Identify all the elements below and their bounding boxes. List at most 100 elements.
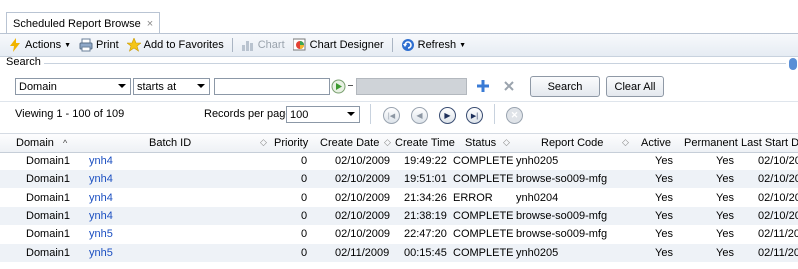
table-row[interactable]: Domain1 ynh5 0 02/11/2009 00:15:45 COMPL… [0, 243, 798, 262]
column-header-create-date[interactable]: Create Date [320, 137, 379, 149]
go-arrow-icon[interactable] [331, 79, 346, 94]
search-field-value: Domain [19, 80, 57, 93]
column-header-active[interactable]: Active [641, 137, 671, 149]
cell-create-date: 02/10/2009 [335, 155, 391, 167]
last-page-button[interactable]: ▶| [466, 107, 483, 124]
cell-permanent: Yes [716, 246, 734, 259]
close-icon: ✕ [510, 110, 519, 120]
cell-permanent: Yes [716, 173, 734, 186]
cell-status: COMPLETE [453, 155, 514, 167]
cell-create-time: 21:38:19 [404, 209, 447, 222]
search-operator-value: starts at [137, 80, 177, 93]
chart-designer-icon [292, 38, 307, 52]
records-per-page-select[interactable]: 100 [286, 106, 360, 123]
last-page-icon: ▶| [470, 112, 479, 120]
cell-last-start-date: 02/10/200 [758, 209, 798, 222]
column-header-create-time[interactable]: Create Time [395, 137, 455, 149]
chevron-down-icon [347, 112, 355, 116]
plus-icon[interactable] [476, 79, 490, 93]
sort-icon[interactable]: ◇ [622, 137, 629, 148]
cell-priority: 0 [301, 209, 308, 222]
bar-chart-icon [241, 38, 255, 52]
search-section-label: Search [6, 56, 41, 68]
first-page-button[interactable]: |◀ [383, 107, 400, 124]
cell-domain: Domain1 [26, 246, 71, 259]
cell-report-code: browse-so009-mfg [516, 173, 608, 186]
cell-domain: Domain1 [26, 209, 71, 222]
range-dash [348, 85, 353, 86]
actions-menu[interactable]: Actions ▼ [8, 38, 71, 52]
x-icon[interactable] [503, 79, 515, 93]
tab-scheduled-report-browse[interactable]: Scheduled Report Browse × [6, 12, 161, 34]
chart-label: Chart [257, 39, 285, 51]
table-row[interactable]: Domain1 ynh4 0 02/10/2009 19:51:01 COMPL… [0, 170, 798, 189]
cell-status: COMPLETE [453, 228, 514, 241]
search-range-input [356, 78, 467, 95]
print-button[interactable]: Print [79, 38, 119, 52]
cell-active: Yes [655, 191, 673, 204]
cell-report-code: ynh0205 [516, 155, 559, 167]
column-header-status[interactable]: Status [465, 137, 496, 149]
search-button[interactable]: Search [530, 76, 600, 97]
chart-button[interactable]: Chart [241, 38, 285, 52]
cell-priority: 0 [301, 155, 308, 167]
table-row[interactable]: Domain1 ynh4 0 02/10/2009 21:34:26 ERROR… [0, 189, 798, 207]
toolbar: Actions ▼ Print Add to Favorites Chart C… [0, 34, 798, 57]
chart-designer-button[interactable]: Chart Designer [292, 38, 384, 52]
column-header-priority[interactable]: Priority [274, 137, 308, 149]
cell-last-start-date: 02/10/200 [758, 191, 798, 204]
refresh-icon [401, 38, 415, 52]
sort-icon[interactable]: ◇ [384, 137, 391, 148]
table-row[interactable]: Domain1 ynh4 0 02/10/2009 19:49:22 COMPL… [0, 152, 798, 170]
next-page-button[interactable]: ▶ [439, 107, 456, 124]
column-header-permanent[interactable]: Permanent [684, 137, 738, 149]
cell-batch-id-link[interactable]: ynh4 [89, 210, 113, 222]
tab-title: Scheduled Report Browse [13, 17, 141, 30]
table-row[interactable]: Domain1 ynh4 0 02/10/2009 21:38:19 COMPL… [0, 206, 798, 225]
viewing-status: Viewing 1 - 100 of 109 [15, 108, 125, 120]
cell-last-start-date: 02/11/200 [758, 228, 798, 241]
cell-batch-id-link[interactable]: ynh4 [89, 173, 113, 185]
clear-all-button[interactable]: Clear All [606, 76, 664, 97]
cell-permanent: Yes [716, 209, 734, 222]
cell-last-start-date: 02/10/200 [758, 155, 798, 167]
previous-page-button[interactable]: ◀ [411, 107, 428, 124]
collapse-icon[interactable] [789, 58, 797, 70]
records-per-page-value: 100 [290, 108, 309, 121]
grid-header: Domain ^ Batch ID ◇ Priority Create Date… [0, 133, 798, 153]
cell-domain: Domain1 [26, 228, 71, 241]
cell-active: Yes [655, 173, 673, 186]
first-page-icon: |◀ [387, 112, 396, 120]
refresh-menu[interactable]: Refresh ▼ [401, 38, 466, 52]
cell-create-date: 02/10/2009 [335, 228, 391, 241]
cell-priority: 0 [301, 173, 308, 186]
cell-active: Yes [655, 246, 673, 259]
cell-batch-id-link[interactable]: ynh5 [89, 228, 113, 240]
cell-batch-id-link[interactable]: ynh4 [89, 155, 113, 167]
add-to-favorites-button[interactable]: Add to Favorites [125, 37, 224, 52]
column-header-last-start-date[interactable]: Last Start Dat [741, 137, 798, 149]
cancel-button[interactable]: ✕ [506, 107, 523, 124]
chevron-down-icon [118, 84, 126, 88]
sort-icon[interactable]: ◇ [503, 137, 510, 148]
next-page-icon: ▶ [444, 111, 451, 120]
cell-last-start-date: 02/11/200 [758, 246, 798, 259]
chevron-down-icon [197, 84, 205, 88]
column-header-report-code[interactable]: Report Code [541, 137, 603, 149]
cell-batch-id-link[interactable]: ynh4 [89, 192, 113, 204]
cell-create-date: 02/10/2009 [335, 209, 391, 222]
cell-report-code: ynh0204 [516, 191, 559, 204]
tab-close-icon[interactable]: × [147, 18, 153, 30]
search-field-select[interactable]: Domain [15, 78, 131, 95]
cell-create-date: 02/10/2009 [335, 173, 391, 186]
cell-batch-id-link[interactable]: ynh5 [89, 247, 113, 259]
table-row[interactable]: Domain1 ynh5 0 02/10/2009 22:47:20 COMPL… [0, 225, 798, 243]
search-value-input[interactable] [214, 78, 330, 95]
search-operator-select[interactable]: starts at [133, 78, 210, 95]
column-header-batch-id[interactable]: Batch ID [149, 137, 191, 149]
column-header-domain[interactable]: Domain ^ [16, 137, 67, 149]
actions-label: Actions [25, 39, 62, 51]
cell-permanent: Yes [716, 155, 734, 167]
cell-active: Yes [655, 155, 673, 167]
sort-icon[interactable]: ◇ [260, 137, 267, 148]
